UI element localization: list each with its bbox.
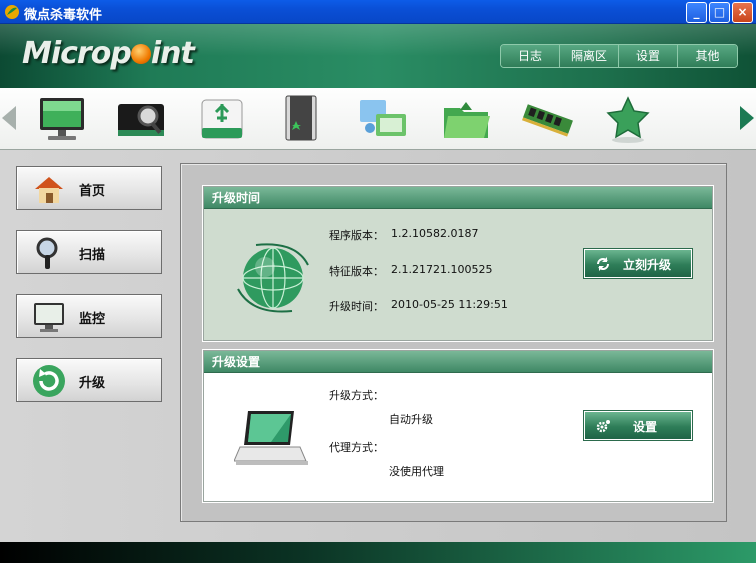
network-folder-tool-icon[interactable] bbox=[354, 92, 410, 146]
nav-monitor-button[interactable]: 监控 bbox=[16, 294, 162, 338]
globe-update-icon bbox=[237, 243, 309, 313]
content-area: 首页 扫描 监控 升级 升级时间 程序版本： 1.2.10582.0187 特征… bbox=[0, 150, 756, 542]
nav-monitor-label: 监控 bbox=[79, 312, 106, 327]
upgrade-method-label: 升级方式： bbox=[329, 389, 384, 402]
magnifier-icon bbox=[36, 237, 58, 269]
scan-disk-tool-icon[interactable] bbox=[114, 92, 170, 146]
scroll-right-arrow-icon[interactable] bbox=[740, 106, 754, 130]
proxy-method-value: 没使用代理 bbox=[389, 465, 444, 478]
nav-scan-label: 扫描 bbox=[79, 248, 106, 263]
app-window: 微点杀毒软件 _ □ × Microp int 日志 隔离区 设置 其他 首页 … bbox=[0, 0, 756, 563]
open-folder-tool-icon[interactable] bbox=[438, 92, 494, 146]
program-version-label: 程序版本： bbox=[329, 229, 384, 242]
refresh-icon bbox=[33, 365, 65, 397]
settings-button[interactable]: 设置 bbox=[583, 410, 693, 441]
nav-upgrade-label: 升级 bbox=[79, 376, 106, 391]
favorites-star-tool-icon[interactable] bbox=[600, 92, 656, 146]
logo-dot-icon bbox=[130, 44, 151, 64]
tool-strip bbox=[0, 88, 756, 150]
monitor-tool-icon[interactable] bbox=[34, 92, 90, 146]
close-button[interactable]: × bbox=[732, 2, 753, 23]
laptop-icon bbox=[234, 411, 308, 465]
app-logo-icon bbox=[5, 5, 19, 19]
menu-quarantine[interactable]: 隔离区 bbox=[560, 45, 619, 67]
nav-upgrade-button[interactable]: 升级 bbox=[16, 358, 162, 402]
proxy-method-label: 代理方式： bbox=[329, 441, 384, 454]
home-icon bbox=[35, 177, 63, 203]
memory-module-tool-icon[interactable] bbox=[520, 92, 576, 146]
logo-text-part2: int bbox=[150, 36, 195, 71]
top-menu: 日志 隔离区 设置 其他 bbox=[500, 44, 738, 68]
logo-text-part1: Microp bbox=[22, 36, 132, 71]
minimize-button[interactable]: _ bbox=[686, 2, 707, 23]
menu-settings[interactable]: 设置 bbox=[619, 45, 678, 67]
upgrade-now-button[interactable]: 立刻升级 bbox=[583, 248, 693, 279]
upgrade-time-label: 升级时间： bbox=[329, 300, 384, 313]
upgrade-now-label: 立刻升级 bbox=[623, 258, 672, 272]
refresh-icon bbox=[597, 257, 609, 271]
title-bar[interactable]: 微点杀毒软件 _ □ × bbox=[0, 0, 756, 24]
upgrade-method-value: 自动升级 bbox=[389, 413, 433, 426]
program-version-value: 1.2.10582.0187 bbox=[391, 227, 479, 240]
main-panel: 升级时间 程序版本： 1.2.10582.0187 特征版本： 2.1.2172… bbox=[180, 163, 727, 522]
settings-label: 设置 bbox=[633, 420, 658, 434]
upgrade-time-section: 升级时间 程序版本： 1.2.10582.0187 特征版本： 2.1.2172… bbox=[202, 185, 714, 342]
upgrade-settings-section: 升级设置 升级方式： 自动升级 代理方式： 没使用代理 设置 bbox=[202, 349, 714, 503]
signature-version-value: 2.1.21721.100525 bbox=[391, 263, 493, 276]
upgrade-settings-header: 升级设置 bbox=[204, 351, 712, 373]
gear-icon bbox=[596, 420, 610, 433]
menu-log[interactable]: 日志 bbox=[501, 45, 560, 67]
app-folder-tool-icon[interactable] bbox=[272, 92, 328, 146]
usb-drive-tool-icon[interactable] bbox=[194, 92, 250, 146]
nav-scan-button[interactable]: 扫描 bbox=[16, 230, 162, 274]
maximize-button[interactable]: □ bbox=[709, 2, 730, 23]
signature-version-label: 特征版本： bbox=[329, 265, 384, 278]
monitor-icon bbox=[34, 303, 64, 332]
upgrade-time-value: 2010-05-25 11:29:51 bbox=[391, 298, 508, 311]
menu-other[interactable]: 其他 bbox=[678, 45, 737, 67]
micropoint-logo: Microp int bbox=[22, 36, 195, 72]
nav-home-button[interactable]: 首页 bbox=[16, 166, 162, 210]
header-banner: Microp int 日志 隔离区 设置 其他 bbox=[0, 24, 756, 88]
scroll-left-arrow-icon[interactable] bbox=[2, 106, 16, 130]
nav-home-label: 首页 bbox=[79, 184, 106, 199]
footer-bar bbox=[0, 542, 756, 563]
window-title: 微点杀毒软件 bbox=[24, 8, 103, 23]
upgrade-time-header: 升级时间 bbox=[204, 187, 712, 209]
